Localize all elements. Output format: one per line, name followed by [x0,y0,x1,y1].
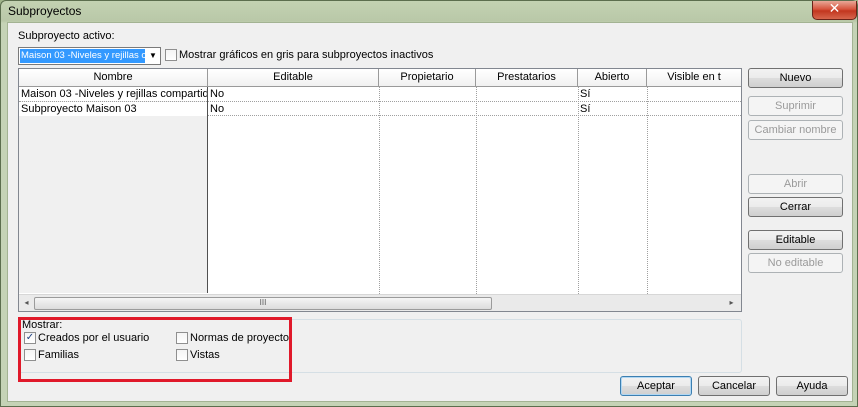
column-header-prestatarios[interactable]: Prestatarios [476,69,578,87]
column-header-propietario[interactable]: Propietario [379,69,476,87]
cerrar-button[interactable]: Cerrar [748,197,843,217]
window-title: Subproyectos [8,4,82,18]
scrollbar-thumb[interactable]: III [34,297,492,310]
scroll-left-icon[interactable]: ◂ [20,296,33,310]
cell-prestatarios [476,87,577,101]
active-subproject-dropdown[interactable]: Maison 03 -Niveles y rejillas com ▼ [18,47,161,65]
suprimir-button[interactable]: Suprimir [748,96,843,116]
cell-propietario [379,87,475,101]
chevron-down-icon: ▼ [149,51,157,60]
no-editable-button[interactable]: No editable [748,253,843,273]
column-divider [379,87,380,294]
dialog-body: Subproyecto activo: Maison 03 -Niveles y… [7,22,853,402]
scroll-right-icon[interactable]: ▸ [725,296,738,310]
close-icon: ✕ [828,1,841,17]
aceptar-button[interactable]: Aceptar [620,376,692,396]
subproyectos-dialog: Subproyectos ✕ Subproyecto activo: Maiso… [0,0,858,407]
column-header-editable[interactable]: Editable [208,69,379,87]
column-divider [578,87,579,294]
subprojects-table: Nombre Editable Propietario Prestatarios… [18,68,742,312]
cell-abierto[interactable]: Sí [578,87,646,101]
cell-editable[interactable]: No [208,102,378,116]
ayuda-button[interactable]: Ayuda [776,376,848,396]
row-header-column [19,87,208,293]
column-divider [647,87,648,294]
abrir-button[interactable]: Abrir [748,174,843,194]
cambiar-nombre-button[interactable]: Cambiar nombre [748,120,843,140]
cell-visible[interactable] [647,87,741,101]
highlight-annotation-box [18,317,292,382]
column-header-visible[interactable]: Visible en t [647,69,741,87]
nuevo-button[interactable]: Nuevo [748,68,843,88]
gray-inactive-checkbox[interactable] [165,49,177,61]
column-header-abierto[interactable]: Abierto [578,69,647,87]
horizontal-scrollbar[interactable]: ◂ III ▸ [19,294,741,311]
cell-propietario [379,102,475,116]
column-divider [476,87,477,294]
active-subproject-label: Subproyecto activo: [18,30,115,42]
editable-button[interactable]: Editable [748,230,843,250]
cell-abierto[interactable]: Sí [578,102,646,116]
gray-inactive-label: Mostrar gráficos en gris para subproyect… [179,49,434,61]
column-header-nombre[interactable]: Nombre [19,69,208,87]
close-button[interactable]: ✕ [812,1,857,20]
cell-nombre[interactable]: Subproyecto Maison 03 [19,102,207,116]
cell-nombre[interactable]: Maison 03 -Niveles y rejillas compartido… [19,87,207,101]
cancelar-button[interactable]: Cancelar [698,376,770,396]
cell-prestatarios [476,102,577,116]
cell-editable[interactable]: No [208,87,378,101]
cell-visible[interactable] [647,102,741,116]
title-bar: Subproyectos ✕ [1,1,857,21]
active-subproject-value: Maison 03 -Niveles y rejillas com [20,49,145,63]
